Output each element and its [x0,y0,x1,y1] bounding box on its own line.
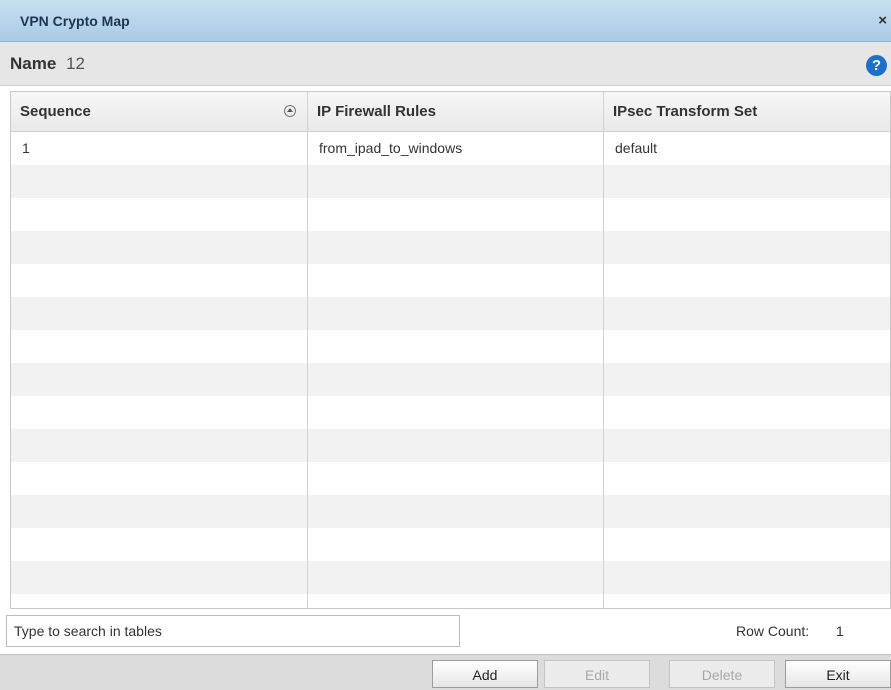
button-bar: Add Edit Delete Exit [0,654,891,690]
table-cell [604,330,890,363]
table-row [11,594,890,608]
table-cell [308,495,604,528]
table-cell [11,594,308,608]
column-header-ip-firewall-rules[interactable]: IP Firewall Rules [308,92,604,132]
table-row [11,528,890,561]
table-cell [604,528,890,561]
table-cell [11,363,308,396]
table-cell [604,363,890,396]
delete-button[interactable]: Delete [669,660,775,688]
table-cell [11,528,308,561]
table-cell [604,594,890,608]
column-header-label: IPsec Transform Set [613,103,758,120]
table-cell [604,495,890,528]
table-row [11,231,890,264]
table-cell [11,297,308,330]
table-cell [604,198,890,231]
table-cell [308,429,604,462]
table-cell [308,561,604,594]
crypto-map-table: Sequence IP Firewall Rules IPsec Transfo… [10,91,891,609]
name-label: Name [10,54,57,73]
table-cell [308,198,604,231]
column-header-label: Sequence [20,103,91,120]
table-cell [308,231,604,264]
exit-button[interactable]: Exit [785,660,891,688]
table-row[interactable]: 1 from_ipad_to_windows default [11,132,890,165]
edit-button[interactable]: Edit [544,660,650,688]
table-row [11,561,890,594]
table-cell [11,462,308,495]
table-cell [11,429,308,462]
row-count-value: 1 [836,623,844,639]
dialog-title: VPN Crypto Map [20,13,130,29]
table-cell [604,231,890,264]
table-cell [11,165,308,198]
table-cell [604,429,890,462]
table-cell [308,594,604,608]
table-cell [604,297,890,330]
table-row [11,429,890,462]
table-cell [11,330,308,363]
table-cell [11,396,308,429]
table-cell [604,165,890,198]
table-cell [308,297,604,330]
table-cell: default [615,140,658,156]
table-cell [308,396,604,429]
table-row [11,363,890,396]
table-cell [308,165,604,198]
add-button[interactable]: Add [432,660,538,688]
column-divider [603,92,604,608]
table-row [11,198,890,231]
column-header-ipsec-transform-set[interactable]: IPsec Transform Set [604,92,890,132]
table-row [11,396,890,429]
search-input[interactable] [6,615,460,647]
table-cell [308,462,604,495]
table-cell [308,264,604,297]
column-header-sequence[interactable]: Sequence [11,92,308,132]
table-cell [11,198,308,231]
table-row [11,495,890,528]
table-cell [308,528,604,561]
table-header: Sequence IP Firewall Rules IPsec Transfo… [11,92,890,132]
close-icon[interactable]: × [878,12,887,29]
column-header-label: IP Firewall Rules [317,103,436,120]
sort-ascending-icon[interactable] [284,105,296,117]
table-cell [604,462,890,495]
table-cell [604,396,890,429]
table-cell [11,264,308,297]
name-value: 12 [66,54,85,73]
title-bar: VPN Crypto Map × [0,0,891,42]
table-cell [308,330,604,363]
table-cell: from_ipad_to_windows [319,140,463,156]
table-cell [11,495,308,528]
table-row [11,462,890,495]
row-count-label: Row Count: [736,623,810,639]
vpn-crypto-map-dialog: VPN Crypto Map × Name 12 ? Sequence IP F… [0,0,891,690]
table-body: 1 from_ipad_to_windows default [11,132,890,608]
name-bar: Name 12 ? [0,42,891,86]
table-cell [604,561,890,594]
table-cell [11,561,308,594]
column-divider [307,92,308,608]
table-cell: 1 [22,140,30,156]
table-cell [11,231,308,264]
help-icon[interactable]: ? [866,55,887,76]
table-cell [604,264,890,297]
table-cell [308,363,604,396]
table-row [11,297,890,330]
table-row [11,264,890,297]
table-row [11,165,890,198]
table-row [11,330,890,363]
